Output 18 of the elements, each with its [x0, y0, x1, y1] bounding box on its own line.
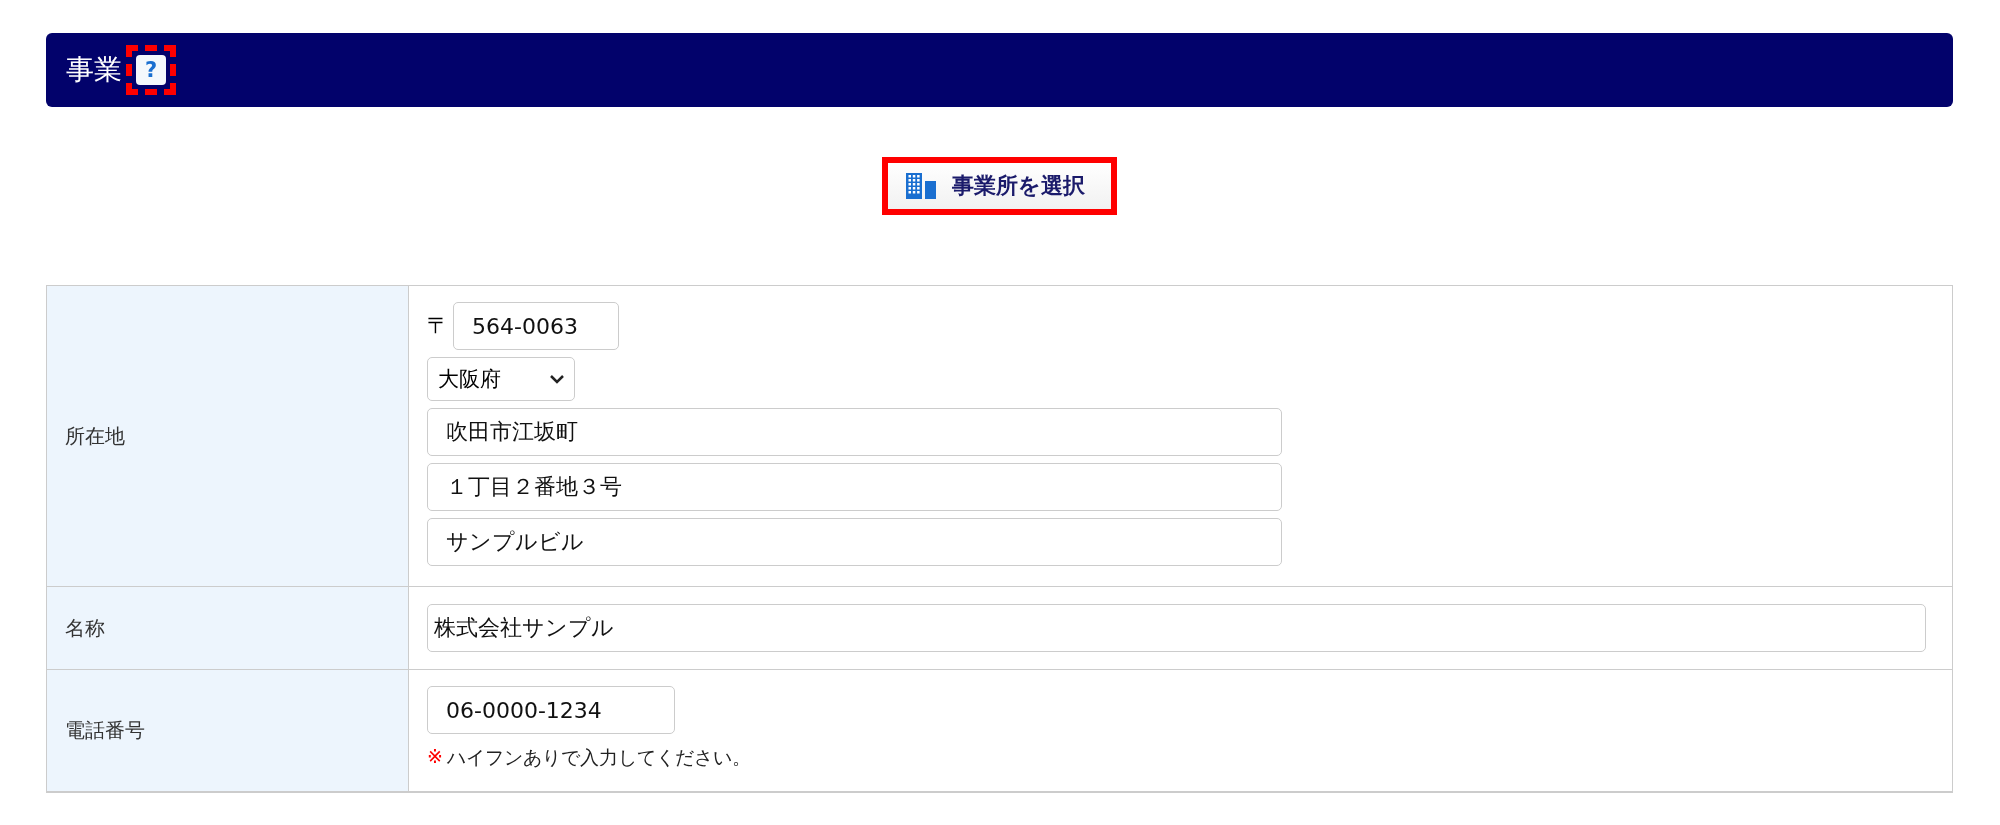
chevron-icon: [550, 374, 564, 384]
address-field[interactable]: 吹田市江坂町: [427, 408, 1282, 456]
name-field[interactable]: 株式会社サンプル: [427, 604, 1926, 652]
postal-code-field[interactable]: 564-0063: [453, 302, 619, 350]
section-title: 事業: [66, 52, 122, 88]
postal-mark: 〒: [427, 312, 449, 340]
select-office-button[interactable]: 事業所を選択: [882, 157, 1117, 215]
phone-field[interactable]: 06-0000-1234: [427, 686, 675, 734]
hint-text: ハイフンありで入力してください。: [446, 745, 751, 770]
address-field[interactable]: １丁目２番地３号: [427, 463, 1282, 511]
address-field[interactable]: サンプルビル: [427, 518, 1282, 566]
help-button[interactable]: ?: [136, 55, 166, 85]
row-label: 名称: [47, 587, 409, 670]
building-icon: [906, 173, 936, 199]
prefecture-select[interactable]: 大阪府: [427, 357, 575, 401]
row-label: 所在地: [47, 286, 409, 587]
row-label: 電話番号: [47, 670, 409, 792]
note-mark: ※: [427, 745, 443, 769]
